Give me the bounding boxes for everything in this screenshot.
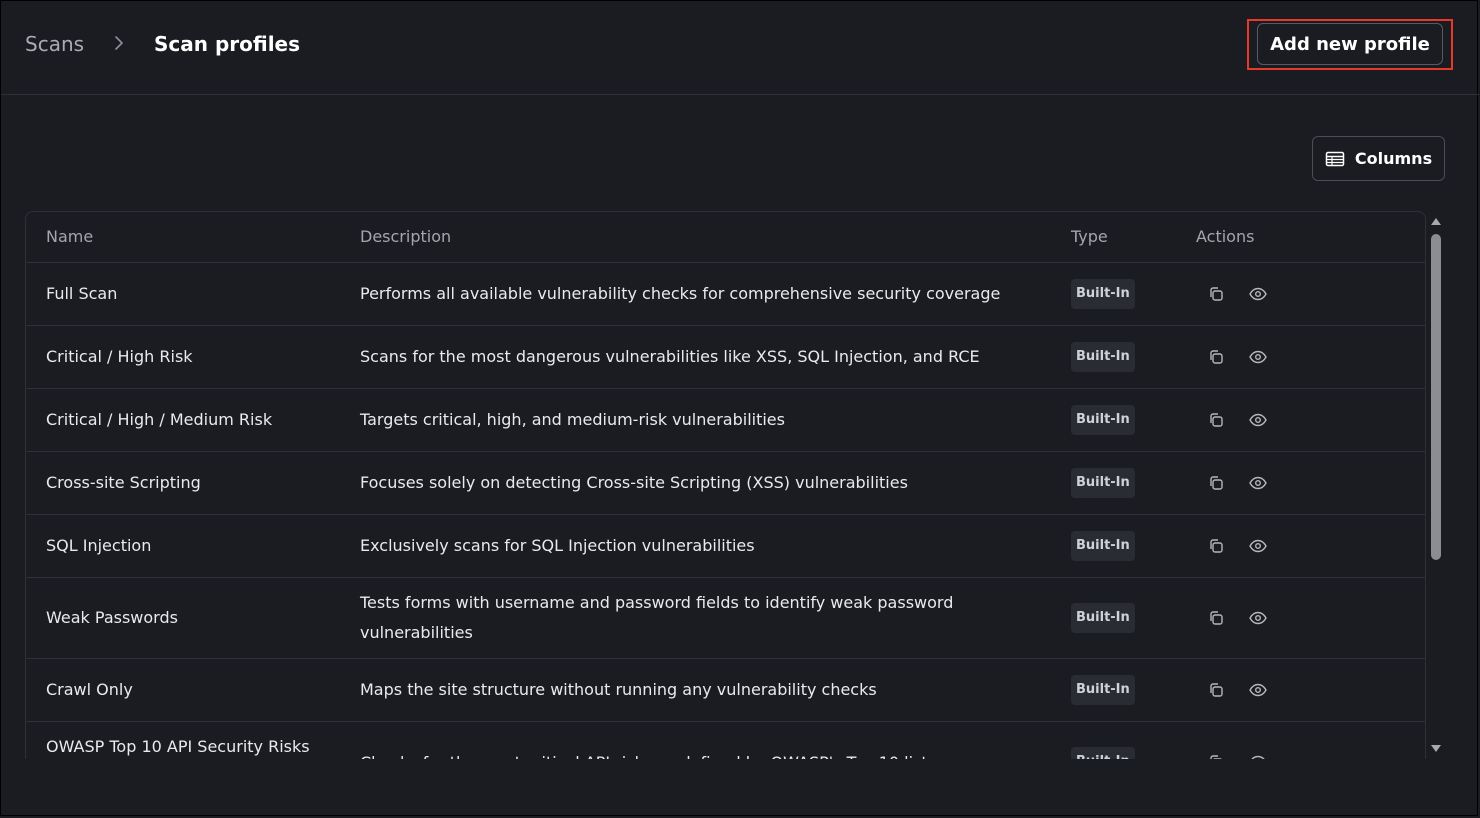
scrollbar-thumb[interactable] — [1431, 234, 1441, 560]
type-badge: Built-In — [1071, 675, 1135, 705]
eye-icon[interactable] — [1248, 284, 1268, 304]
eye-icon[interactable] — [1248, 536, 1268, 556]
type-badge: Built-In — [1071, 603, 1135, 633]
chevron-right-icon — [115, 36, 123, 50]
table-header-row: Name Description Type Actions — [26, 212, 1425, 263]
profile-description: Tests forms with username and password f… — [360, 593, 954, 642]
table-row[interactable]: SQL Injection Exclusively scans for SQL … — [26, 515, 1425, 578]
profile-name: Cross-site Scripting — [46, 473, 201, 492]
profile-description: Checks for the most critical API risks a… — [360, 748, 1040, 759]
profile-name: SQL Injection — [46, 536, 152, 555]
columns-button[interactable]: Columns — [1312, 136, 1445, 181]
header-actions: Actions — [1196, 227, 1255, 246]
table-row[interactable]: Critical / High / Medium Risk Targets cr… — [26, 389, 1425, 452]
table-row[interactable]: Critical / High Risk Scans for the most … — [26, 326, 1425, 389]
header-name[interactable]: Name — [46, 222, 93, 252]
table-row[interactable]: Full Scan Performs all available vulnera… — [26, 263, 1425, 326]
type-badge: Built-In — [1071, 342, 1135, 372]
table-row[interactable]: Weak Passwords Tests forms with username… — [26, 578, 1425, 659]
copy-icon[interactable] — [1206, 284, 1226, 304]
profile-name: Critical / High Risk — [46, 347, 193, 366]
eye-icon[interactable] — [1248, 608, 1268, 628]
table-icon — [1325, 151, 1345, 166]
copy-icon[interactable] — [1206, 752, 1226, 759]
eye-icon[interactable] — [1248, 752, 1268, 759]
header-type[interactable]: Type — [1071, 222, 1108, 252]
copy-icon[interactable] — [1206, 680, 1226, 700]
eye-icon[interactable] — [1248, 473, 1268, 493]
type-badge: Built-In — [1071, 405, 1135, 435]
type-badge: Built-In — [1071, 531, 1135, 561]
eye-icon[interactable] — [1248, 410, 1268, 430]
table-row[interactable]: Cross-site Scripting Focuses solely on d… — [26, 452, 1425, 515]
copy-icon[interactable] — [1206, 536, 1226, 556]
profile-description: Focuses solely on detecting Cross-site S… — [360, 473, 908, 492]
profile-name: Weak Passwords — [46, 608, 178, 627]
eye-icon[interactable] — [1248, 680, 1268, 700]
page-title: Scan profiles — [154, 32, 301, 56]
add-new-profile-button[interactable]: Add new profile — [1257, 23, 1443, 65]
profile-description: Targets critical, high, and medium-risk … — [360, 410, 785, 429]
columns-label: Columns — [1354, 149, 1433, 168]
profile-name: Critical / High / Medium Risk — [46, 410, 273, 429]
header-description[interactable]: Description — [360, 222, 960, 252]
table-row[interactable]: OWASP Top 10 API Security Risks Checks f… — [26, 722, 1425, 759]
profile-description: Exclusively scans for SQL Injection vuln… — [360, 536, 755, 555]
copy-icon[interactable] — [1206, 473, 1226, 493]
copy-icon[interactable] — [1206, 410, 1226, 430]
scan-profiles-table: Name Description Type Actions Full Scan … — [25, 211, 1426, 759]
profile-name: Crawl Only — [46, 680, 133, 699]
type-badge: Built-In — [1071, 747, 1135, 759]
scroll-up-arrow-icon[interactable] — [1429, 215, 1443, 227]
copy-icon[interactable] — [1206, 608, 1226, 628]
profile-description: Scans for the most dangerous vulnerabili… — [360, 347, 980, 366]
copy-icon[interactable] — [1206, 347, 1226, 367]
breadcrumb-scans[interactable]: Scans — [25, 32, 84, 56]
type-badge: Built-In — [1071, 279, 1135, 309]
profile-name: Full Scan — [46, 284, 118, 303]
type-badge: Built-In — [1071, 468, 1135, 498]
profile-description: Maps the site structure without running … — [360, 680, 877, 699]
table-row[interactable]: Crawl Only Maps the site structure witho… — [26, 659, 1425, 722]
eye-icon[interactable] — [1248, 347, 1268, 367]
profile-name: OWASP Top 10 API Security Risks — [46, 737, 310, 756]
profile-description: Performs all available vulnerability che… — [360, 284, 1001, 303]
scroll-down-arrow-icon[interactable] — [1429, 743, 1443, 755]
